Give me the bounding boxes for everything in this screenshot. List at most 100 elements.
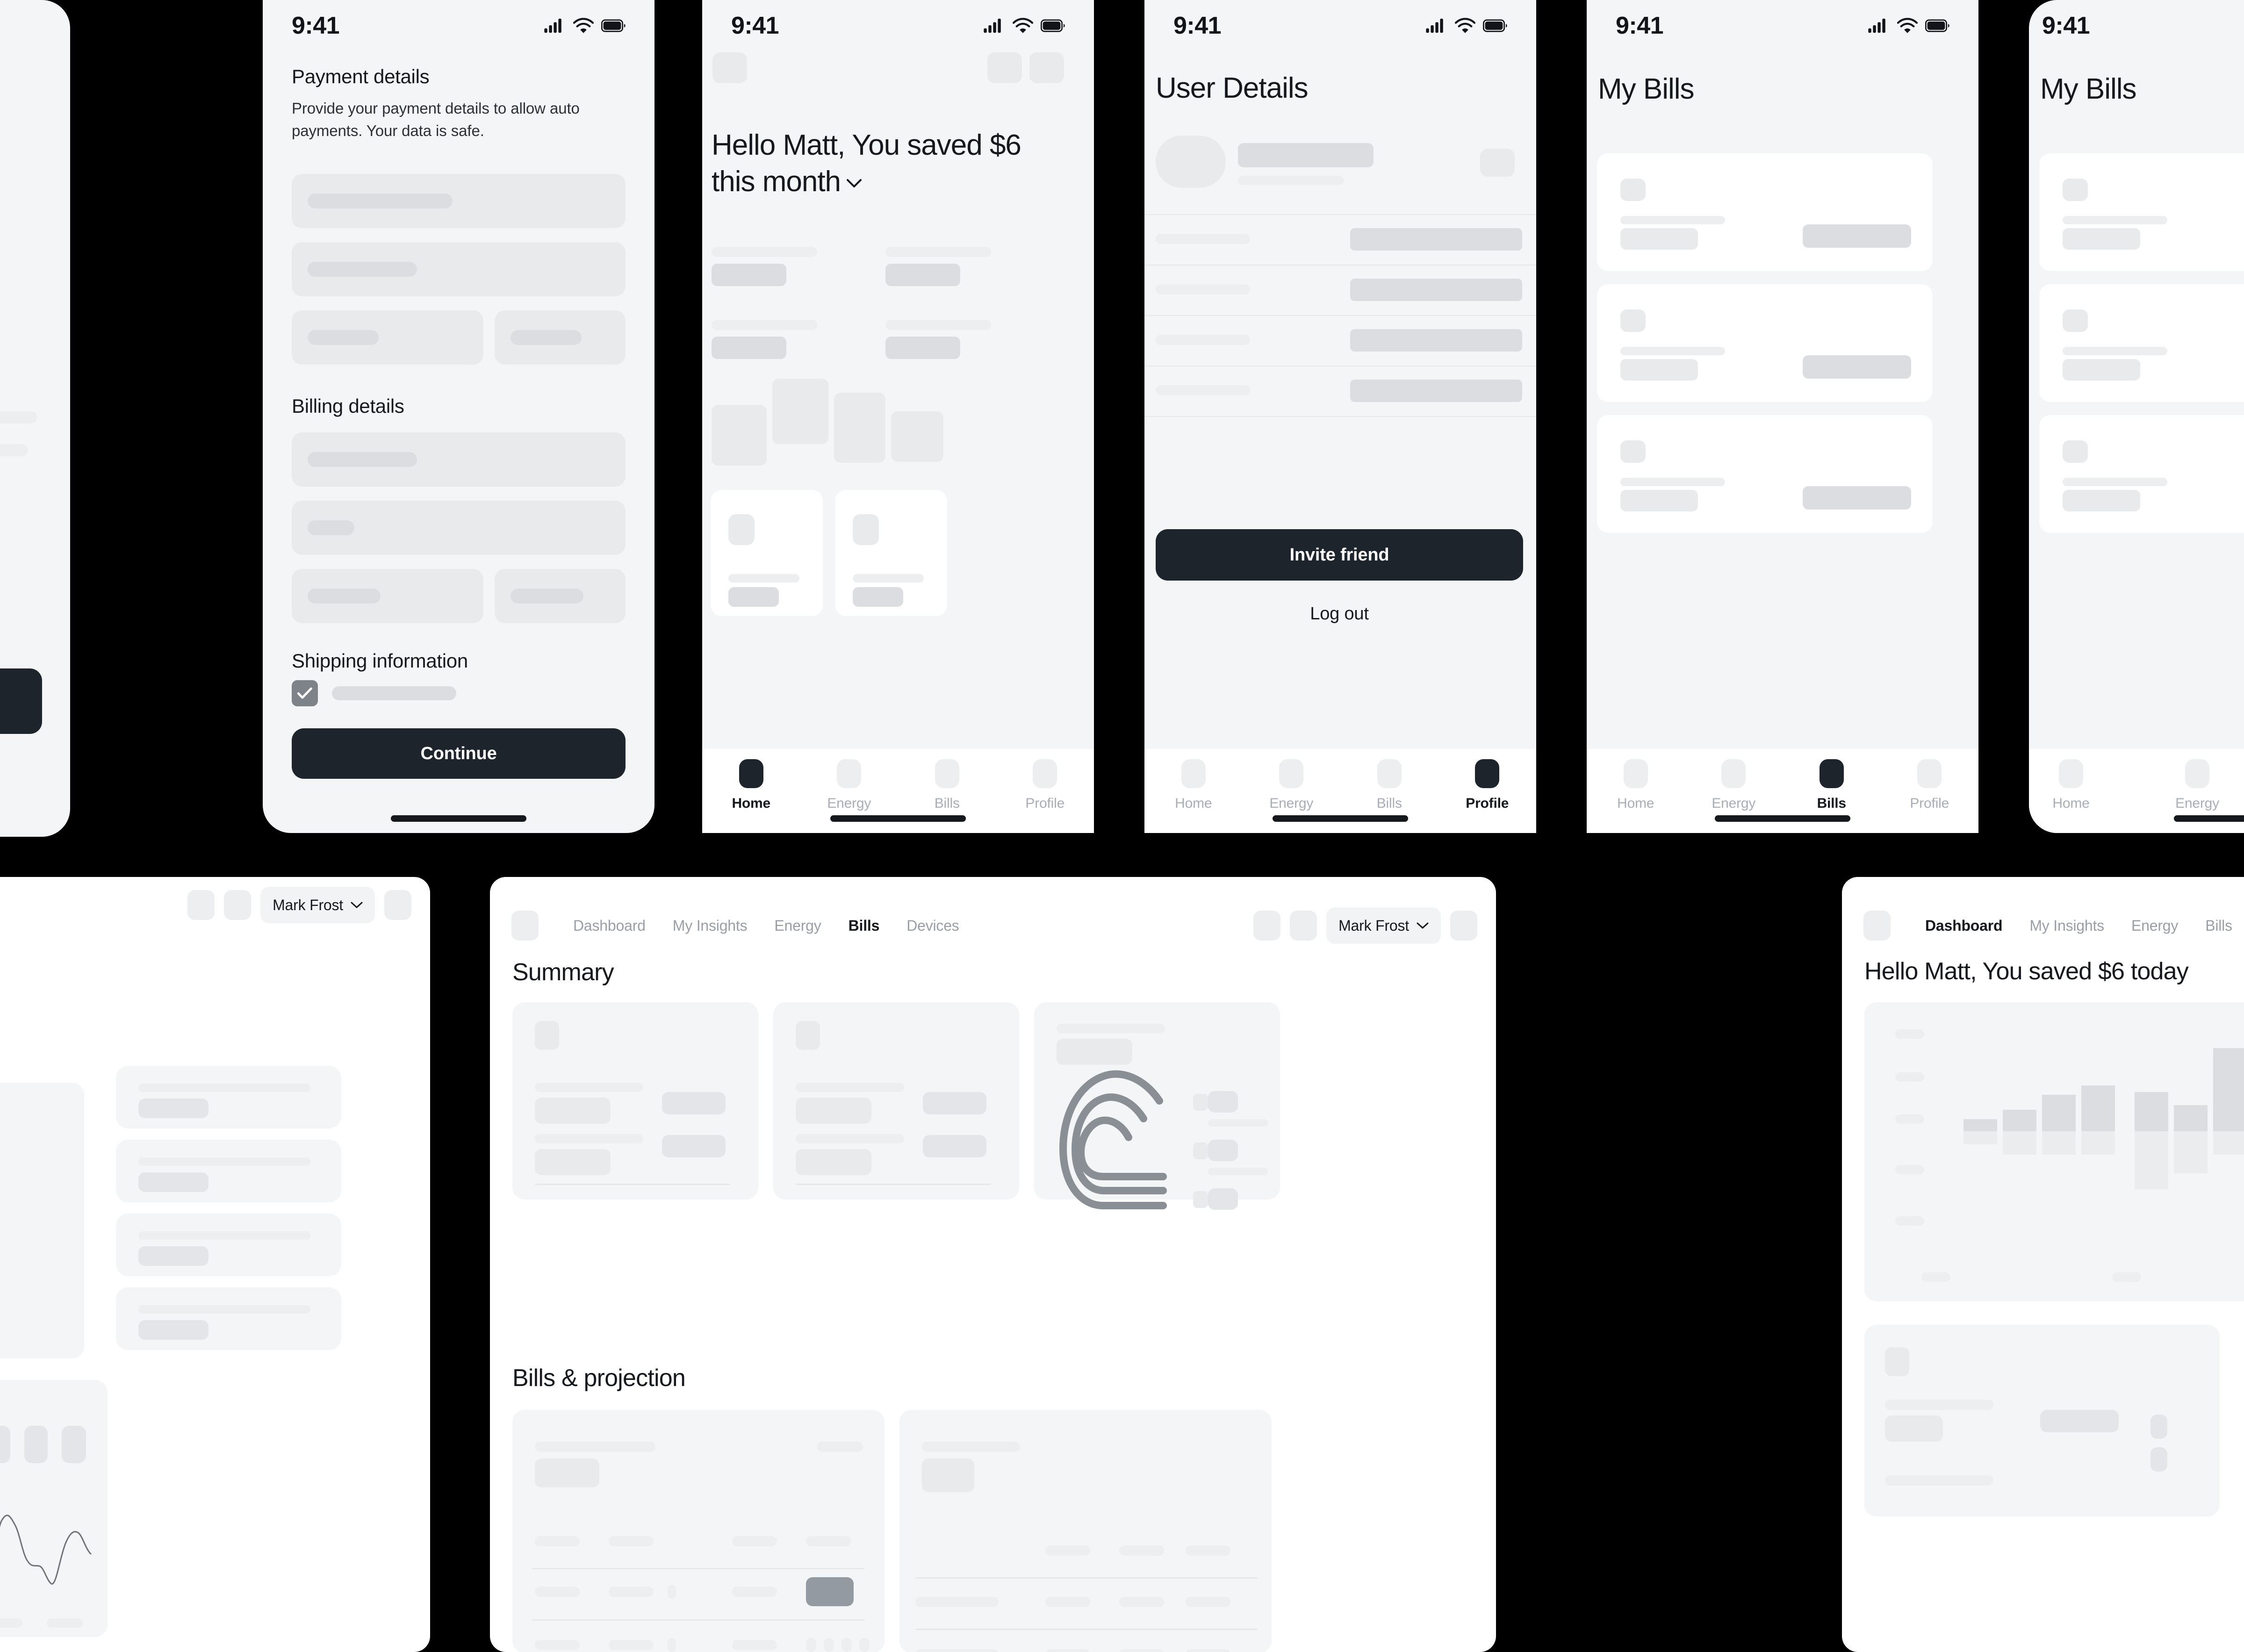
notifications-icon[interactable] xyxy=(987,52,1022,83)
card-icon xyxy=(853,514,879,545)
home-card[interactable] xyxy=(835,490,947,616)
bill-card[interactable] xyxy=(1597,415,1933,533)
logout-button[interactable]: Log out xyxy=(1156,604,1523,624)
app-logo-icon[interactable] xyxy=(1863,911,1891,941)
tab-home[interactable]: Home xyxy=(1608,759,1664,812)
payment-field-cvc[interactable] xyxy=(495,310,626,365)
table-title-line xyxy=(922,1442,1020,1452)
pager-dot[interactable] xyxy=(859,1638,870,1652)
tab-energy[interactable]: Energy xyxy=(821,759,877,812)
tile[interactable] xyxy=(712,405,767,466)
tab-label: Bills xyxy=(934,796,960,811)
nav-link-dashboard[interactable]: Dashboard xyxy=(573,917,646,934)
tab-profile[interactable]: Profile xyxy=(1017,759,1073,812)
summary-card-logo[interactable] xyxy=(1034,1002,1280,1210)
nav-link-dashboard[interactable]: Dashboard xyxy=(1925,917,2003,934)
billing-field-state[interactable] xyxy=(292,569,483,623)
check-icon xyxy=(297,687,312,699)
menu-icon[interactable] xyxy=(712,52,747,83)
desktop-insights: Mark Frost xyxy=(0,877,430,1652)
insights-bar-chart-panel xyxy=(0,1083,84,1358)
avatar[interactable] xyxy=(1450,911,1477,941)
legend-label xyxy=(1208,1168,1268,1175)
tab-energy[interactable]: Energy xyxy=(1705,759,1762,812)
settings-icon[interactable] xyxy=(1029,52,1064,83)
bills-table-right[interactable] xyxy=(899,1410,1272,1652)
app-logo-icon[interactable] xyxy=(511,911,539,941)
tab-bills[interactable]: Bills xyxy=(1804,759,1860,812)
tab-energy[interactable]: Energy xyxy=(2169,759,2225,812)
table-cell xyxy=(1186,1545,1230,1556)
nav-link-devices[interactable]: Devices xyxy=(906,917,959,934)
bell-icon[interactable] xyxy=(224,890,252,920)
home-indicator xyxy=(830,815,966,822)
pager-dot[interactable] xyxy=(806,1638,816,1652)
insight-list-item[interactable] xyxy=(116,1287,341,1350)
tab-bills[interactable]: Bills xyxy=(1361,759,1417,812)
home-card[interactable] xyxy=(711,490,823,616)
add-bank-account-button[interactable]: a bank account xyxy=(0,668,42,734)
table-cell xyxy=(1186,1649,1230,1652)
payment-field-name[interactable] xyxy=(292,242,626,296)
tab-profile[interactable]: Profile xyxy=(1459,759,1515,812)
wifi-icon xyxy=(1455,18,1475,33)
detail-value xyxy=(1350,380,1522,402)
profile-icon xyxy=(1033,759,1057,788)
tab-home[interactable]: Home xyxy=(723,759,779,812)
bill-card[interactable] xyxy=(2039,415,2244,533)
avatar[interactable] xyxy=(384,890,411,920)
bell-icon[interactable] xyxy=(1290,911,1317,941)
bills-table-left[interactable] xyxy=(512,1410,885,1652)
shipping-same-checkbox[interactable] xyxy=(292,680,318,706)
bill-card[interactable] xyxy=(2039,153,2244,271)
summary-card-2[interactable] xyxy=(773,1002,1019,1199)
bill-card[interactable] xyxy=(1597,153,1933,271)
phone-my-bills-partial: 9:41 My Bills Home Energy xyxy=(2029,0,2244,833)
insight-list-item[interactable] xyxy=(116,1214,341,1276)
tab-bills[interactable]: Bills xyxy=(919,759,975,812)
billing-field-city[interactable] xyxy=(292,501,626,555)
user-menu[interactable]: Mark Frost xyxy=(1326,907,1441,944)
nav-link-energy[interactable]: Energy xyxy=(774,917,821,934)
payment-field-expiry[interactable] xyxy=(292,310,483,365)
tab-energy[interactable]: Energy xyxy=(1263,759,1319,812)
tab-home[interactable]: Home xyxy=(1165,759,1222,812)
dashboard-lower-panel[interactable] xyxy=(1864,1325,2220,1516)
bill-card[interactable] xyxy=(2039,284,2244,402)
nav-link-bills[interactable]: Bills xyxy=(849,917,880,934)
billing-field-zip[interactable] xyxy=(495,569,626,623)
bill-card[interactable] xyxy=(1597,284,1933,402)
user-menu[interactable]: Mark Frost xyxy=(260,887,375,923)
payment-field-card-number[interactable] xyxy=(292,174,626,228)
nav-link-bills[interactable]: Bills xyxy=(2205,917,2232,934)
pager-dot[interactable] xyxy=(842,1638,852,1652)
insight-list-item[interactable] xyxy=(116,1066,341,1128)
detail-label xyxy=(1156,234,1250,244)
phone-home: 9:41 Hello Matt, You saved $6 this month… xyxy=(702,0,1094,833)
search-icon[interactable] xyxy=(1253,911,1281,941)
item-value xyxy=(138,1099,209,1118)
card-line xyxy=(535,1134,643,1143)
table-cell xyxy=(1119,1545,1164,1556)
tab-home[interactable]: Home xyxy=(2043,759,2099,812)
nav-link-energy[interactable]: Energy xyxy=(2131,917,2178,934)
edit-icon[interactable] xyxy=(1480,149,1515,177)
item-value xyxy=(138,1320,209,1340)
pager-dot[interactable] xyxy=(824,1638,834,1652)
invite-friend-button[interactable]: Invite friend xyxy=(1156,529,1523,581)
tile[interactable] xyxy=(834,393,885,463)
nav-link-my-insights[interactable]: My Insights xyxy=(2029,917,2104,934)
tile[interactable] xyxy=(772,379,828,444)
nav-link-my-insights[interactable]: My Insights xyxy=(673,917,748,934)
table-action[interactable] xyxy=(817,1442,863,1452)
tab-profile[interactable]: Profile xyxy=(1901,759,1957,812)
insight-list-item[interactable] xyxy=(116,1140,341,1202)
search-icon[interactable] xyxy=(187,890,215,920)
continue-button[interactable]: Continue xyxy=(292,728,626,779)
bill-label xyxy=(2063,228,2140,250)
cellular-signal-icon xyxy=(1868,18,1885,33)
tile[interactable] xyxy=(891,411,943,462)
bills-icon xyxy=(1377,759,1402,788)
summary-card-1[interactable] xyxy=(512,1002,758,1199)
billing-field-address[interactable] xyxy=(292,432,626,487)
